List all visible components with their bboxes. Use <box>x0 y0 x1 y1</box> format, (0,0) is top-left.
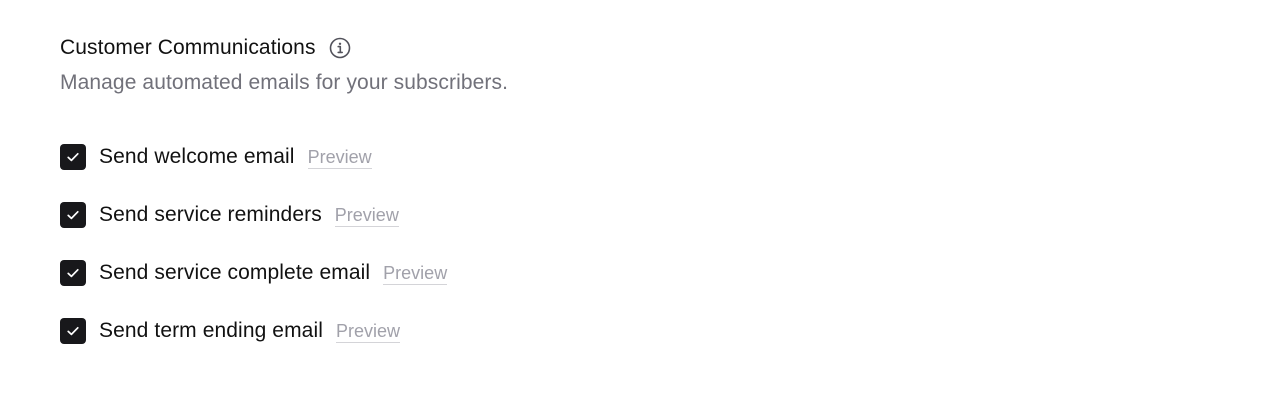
service-reminders-checkbox[interactable] <box>60 202 86 228</box>
option-term-ending-email: Send term ending email Preview <box>60 318 447 344</box>
preview-link[interactable]: Preview <box>383 262 448 285</box>
check-icon <box>67 326 79 336</box>
preview-link[interactable]: Preview <box>336 320 401 343</box>
option-service-reminders: Send service reminders Preview <box>60 202 447 228</box>
check-icon <box>67 268 79 278</box>
option-label: Send service complete email <box>99 261 371 284</box>
term-ending-email-checkbox[interactable] <box>60 318 86 344</box>
option-label: Send term ending email <box>99 319 323 342</box>
preview-link[interactable]: Preview <box>307 146 372 169</box>
option-label: Send welcome email <box>99 145 295 168</box>
section-title: Customer Communications <box>60 36 316 59</box>
section-subtitle: Manage automated emails for your subscri… <box>60 71 509 94</box>
email-options-list: Send welcome email Preview Send service … <box>60 144 448 376</box>
welcome-email-checkbox[interactable] <box>60 144 86 170</box>
preview-link[interactable]: Preview <box>334 204 399 227</box>
option-welcome-email: Send welcome email Preview <box>60 144 447 170</box>
service-complete-email-checkbox[interactable] <box>60 260 86 286</box>
info-icon[interactable] <box>328 36 352 60</box>
option-label: Send service reminders <box>99 203 322 226</box>
section-header: Customer Communications <box>60 34 508 62</box>
customer-communications-section: Customer Communications Manage automated… <box>60 34 509 344</box>
check-icon <box>67 210 79 220</box>
option-service-complete-email: Send service complete email Preview <box>60 260 448 286</box>
check-icon <box>67 152 79 162</box>
